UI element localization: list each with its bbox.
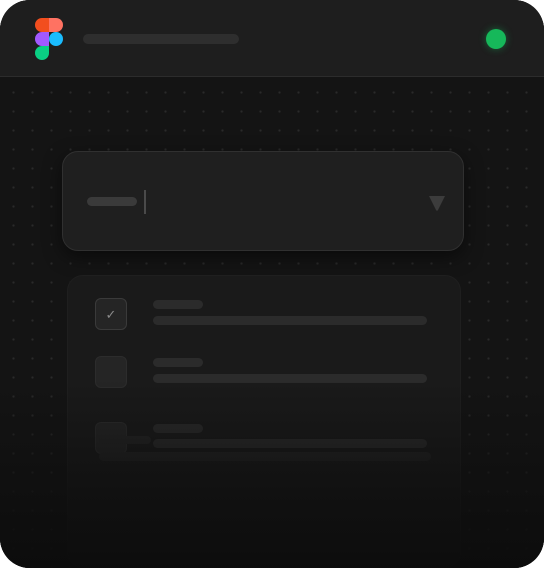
- select-value-placeholder: [87, 197, 137, 206]
- checkmark-icon: ✓: [105, 306, 117, 322]
- checkbox-item-2[interactable]: [95, 356, 127, 388]
- checkbox-item-1[interactable]: ✓: [95, 298, 127, 330]
- item-3-title: [153, 424, 203, 433]
- title-placeholder: [83, 34, 239, 44]
- item-2-title: [153, 358, 203, 367]
- figma-logo-icon: [35, 18, 63, 60]
- text-caret: [144, 190, 146, 214]
- item-3-description: [153, 439, 427, 448]
- app-window: ✓: [0, 0, 544, 568]
- item-1-title: [153, 300, 203, 309]
- item-3-extra-line: [99, 452, 431, 461]
- item-3-label: [99, 436, 151, 444]
- item-1-description: [153, 316, 427, 325]
- status-indicator: [486, 29, 506, 49]
- dropdown-select[interactable]: [62, 151, 464, 251]
- triangle-down-icon[interactable]: [428, 194, 446, 212]
- checkbox-list: ✓: [67, 275, 461, 568]
- item-2-description: [153, 374, 427, 383]
- title-bar: [0, 0, 544, 77]
